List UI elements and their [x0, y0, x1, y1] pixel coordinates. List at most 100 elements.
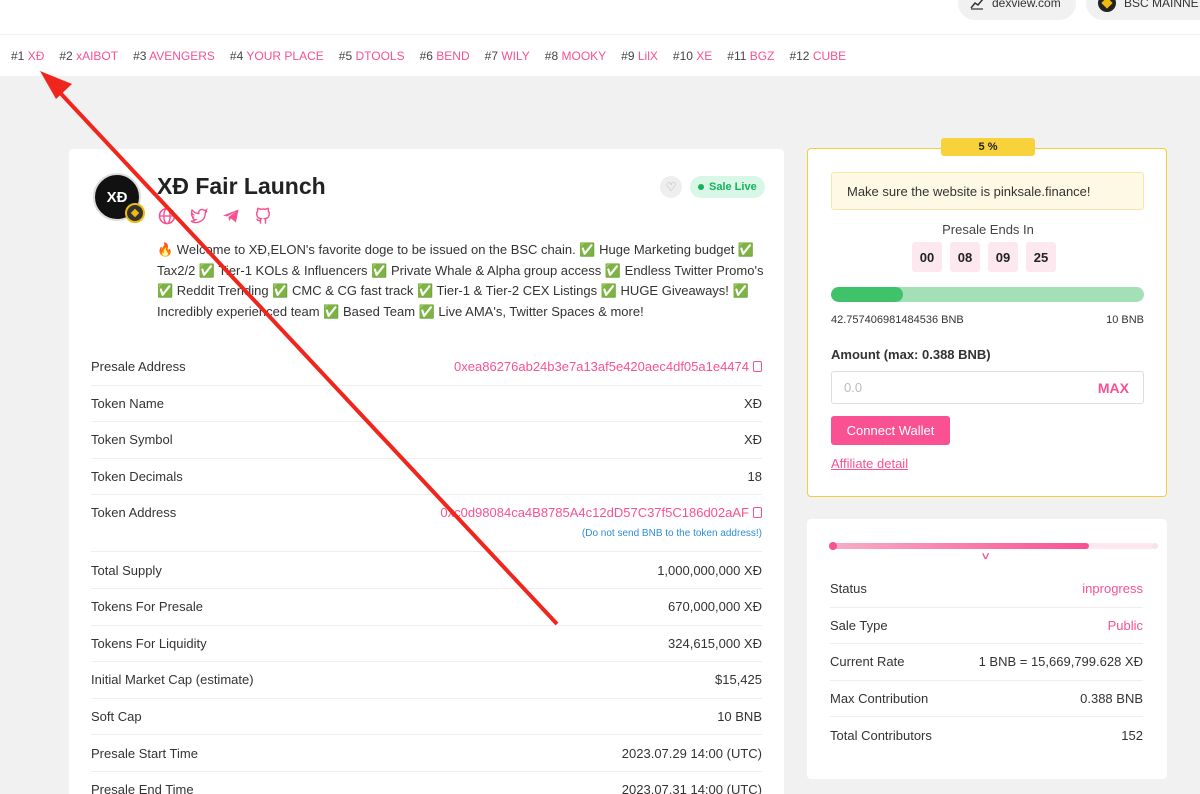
project-title: XĐ Fair Launch [157, 173, 326, 199]
trending-name: XĐ [27, 48, 45, 63]
trending-rank: #1 [11, 48, 25, 63]
detail-label: Initial Market Cap (estimate) [91, 672, 254, 688]
copy-icon[interactable] [753, 361, 762, 373]
trending-name: YOUR PLACE [246, 48, 324, 63]
detail-row-presale-address: Presale Address 0xea86276ab24b3e7a13af5e… [91, 349, 762, 386]
detail-label: Total Supply [91, 562, 162, 578]
twitter-icon[interactable] [189, 206, 209, 226]
status-value: 0.388 BNB [1080, 691, 1143, 707]
progress-labels: 42.757406981484536 BNB 10 BNB [831, 314, 1144, 326]
detail-row-soft-cap: Soft Cap 10 BNB [91, 699, 762, 736]
detail-value: 324,615,000 XĐ [668, 635, 762, 651]
trending-name: AVENGERS [149, 48, 215, 63]
trending-item[interactable]: #8 MOOKY [545, 49, 606, 63]
trending-name: DTOOLS [355, 48, 405, 63]
project-description: 🔥 Welcome to XĐ,ELON's favorite doge to … [157, 242, 764, 320]
dexview-button[interactable]: dexview.com [958, 0, 1076, 20]
detail-row-start-time: Presale Start Time 2023.07.29 14:00 (UTC… [91, 735, 762, 772]
trending-item[interactable]: #6 BEND [420, 49, 470, 63]
trending-item[interactable]: #4 YOUR PLACE [230, 49, 324, 63]
trending-rank: #10 [672, 48, 693, 63]
detail-label: Token Name [91, 395, 164, 411]
progress-bar [831, 287, 1144, 302]
detail-row-token-decimals: Token Decimals 18 [91, 459, 762, 496]
trending-bar: #1 XĐ #2 xAIBOT #3 AVENGERS #4 YOUR PLAC… [0, 34, 1200, 76]
stage-dot-start [829, 542, 837, 550]
stage-progress-fill [830, 543, 1090, 549]
status-label: Current Rate [830, 654, 905, 670]
detail-value: XĐ [743, 395, 762, 411]
token-address-block: 0xc0d98084ca4B8785A4c12dD57C37f5C186d02a… [440, 505, 762, 539]
status-value: inprogress [1082, 581, 1143, 597]
live-dot-icon [698, 184, 704, 190]
connect-wallet-button[interactable]: Connect Wallet [831, 416, 950, 445]
timer-days: 00 [912, 242, 942, 272]
detail-value: 1,000,000,000 XĐ [657, 562, 762, 578]
percent-badge: 5 % [941, 138, 1035, 156]
trending-rank: #2 [59, 48, 73, 63]
chart-icon [970, 0, 984, 10]
sale-panel: 5 % Make sure the website is pinksale.fi… [807, 138, 1167, 497]
detail-label: Token Address [91, 505, 177, 521]
trending-item[interactable]: #10 XE [673, 49, 712, 63]
detail-row-total-supply: Total Supply 1,000,000,000 XĐ [91, 552, 762, 589]
copy-icon[interactable] [753, 507, 762, 519]
detail-value: $15,425 [715, 672, 762, 688]
trending-item[interactable]: #7 WILY [485, 49, 530, 63]
trending-rank: #8 [544, 48, 559, 63]
status-row: Current Rate 1 BNB = 15,669,799.628 XĐ [830, 644, 1143, 681]
globe-icon[interactable] [157, 206, 177, 226]
trending-rank: #3 [133, 48, 147, 63]
detail-value: 2023.07.31 14:00 (UTC) [621, 782, 762, 794]
trending-rank: #12 [789, 48, 810, 63]
progress-fill [831, 287, 903, 302]
dexview-label: dexview.com [992, 0, 1061, 10]
amount-input[interactable]: 0.0 MAX [831, 371, 1144, 404]
network-selector[interactable]: BSC MAINNE [1086, 0, 1200, 20]
trending-name: BEND [436, 48, 470, 63]
detail-label: Tokens For Liquidity [91, 635, 207, 651]
affiliate-detail-link[interactable]: Affiliate detail [831, 456, 908, 471]
amount-label: Amount (max: 0.388 BNB) [831, 347, 991, 362]
status-row: Sale Type Public [830, 608, 1143, 645]
stage-progress [829, 542, 1158, 550]
presale-address-link[interactable]: 0xea86276ab24b3e7a13af5e420aec4df05a1e44… [454, 359, 762, 374]
trending-name: CUBE [812, 48, 847, 63]
telegram-icon[interactable] [221, 206, 241, 226]
trending-item[interactable]: #1 XĐ [11, 49, 44, 63]
detail-row-token-address: Token Address 0xc0d98084ca4B8785A4c12dD5… [91, 495, 762, 553]
trending-name: LilX [637, 48, 658, 63]
timer-minutes: 09 [988, 242, 1018, 272]
project-logo: XĐ [93, 173, 145, 223]
detail-label: Tokens For Presale [91, 599, 203, 615]
trending-item[interactable]: #12 CUBE [789, 49, 846, 63]
status-label: Status [830, 581, 867, 597]
trending-name: xAIBOT [76, 48, 119, 63]
timer-seconds: 25 [1026, 242, 1056, 272]
token-address-value: 0xc0d98084ca4B8785A4c12dD57C37f5C186d02a… [440, 505, 749, 521]
trending-item[interactable]: #11 BGZ [727, 49, 774, 63]
status-label: Total Contributors [830, 728, 932, 744]
token-address-link[interactable]: 0xc0d98084ca4B8785A4c12dD57C37f5C186d02a… [440, 505, 762, 520]
trending-item[interactable]: #5 DTOOLS [339, 49, 405, 63]
detail-row-token-name: Token Name XĐ [91, 386, 762, 423]
token-address-warning: (Do not send BNB to the token address!) [581, 528, 762, 540]
trending-rank: #9 [621, 48, 635, 63]
stage-dot-end [1152, 543, 1158, 549]
status-panel: ∨ Status inprogress Sale Type Public Curre… [807, 519, 1167, 779]
trending-item[interactable]: #9 LilX [621, 49, 658, 63]
favorite-heart-icon[interactable]: ♡ [660, 176, 682, 198]
trending-item[interactable]: #3 AVENGERS [133, 49, 215, 63]
bnb-chain-badge-icon [125, 203, 145, 223]
trending-rank: #4 [229, 48, 244, 63]
trending-item[interactable]: #2 xAIBOT [59, 49, 118, 63]
status-label: Max Contribution [830, 691, 929, 707]
countdown-timer: 00 08 09 25 [912, 242, 1056, 272]
github-icon[interactable] [253, 206, 273, 226]
status-row: Max Contribution 0.388 BNB [830, 681, 1143, 718]
detail-row-market-cap: Initial Market Cap (estimate) $15,425 [91, 662, 762, 699]
trending-rank: #6 [419, 48, 433, 63]
detail-label: Token Decimals [91, 469, 183, 485]
timer-hours: 08 [950, 242, 980, 272]
max-button[interactable]: MAX [1098, 380, 1129, 396]
